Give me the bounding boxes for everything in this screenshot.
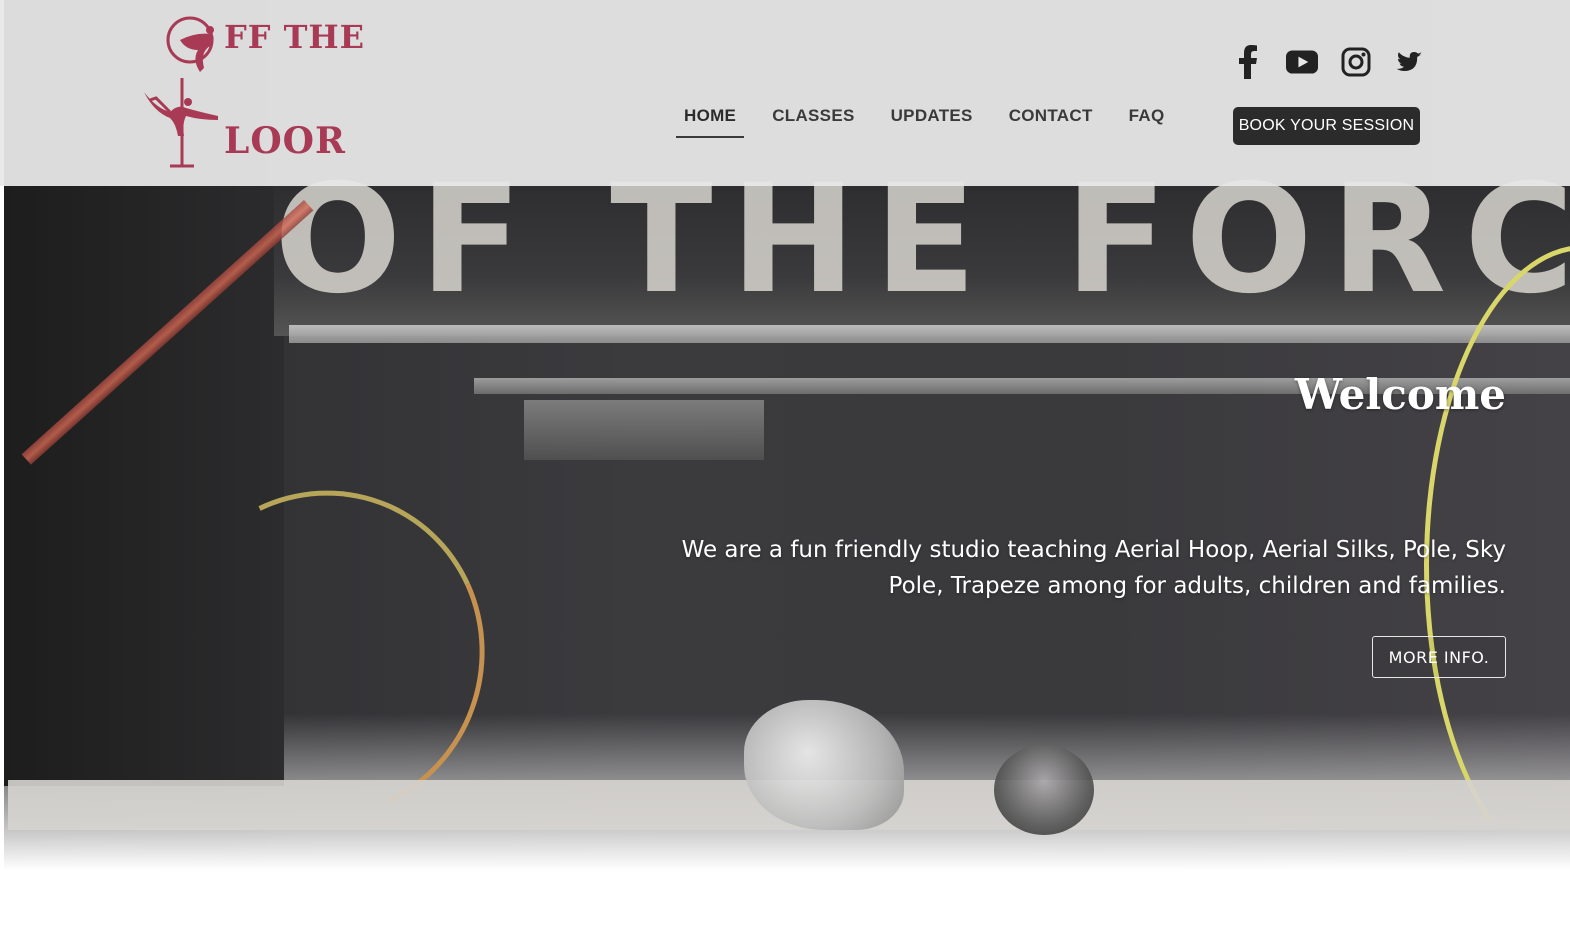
bag-prop xyxy=(994,745,1094,835)
nav-item-updates[interactable]: UPDATES xyxy=(883,98,981,136)
hero-intro-text: We are a fun friendly studio teaching Ae… xyxy=(681,537,1506,599)
instagram-icon[interactable] xyxy=(1340,46,1372,78)
logo-text-line1: FF THE xyxy=(224,18,366,56)
nav-item-faq[interactable]: FAQ xyxy=(1121,98,1173,136)
social-links xyxy=(1232,42,1426,82)
nav-item-contact[interactable]: CONTACT xyxy=(1001,98,1101,136)
youtube-icon[interactable] xyxy=(1286,46,1318,78)
nav-item-home[interactable]: HOME xyxy=(676,98,745,138)
page: OF THE FORCE FF THE LOOR HOME CLASSES UP… xyxy=(0,0,1570,926)
rig-box xyxy=(524,400,764,460)
studio-banner-text: OF THE FORCE xyxy=(274,170,1570,310)
nav-item-classes[interactable]: CLASSES xyxy=(764,98,862,136)
twitter-icon[interactable] xyxy=(1394,46,1426,78)
fabric-prop xyxy=(744,700,904,830)
facebook-icon[interactable] xyxy=(1232,45,1264,79)
site-logo[interactable]: FF THE LOOR xyxy=(140,12,364,172)
rail xyxy=(289,325,1570,343)
main-nav: HOME CLASSES UPDATES CONTACT FAQ xyxy=(676,98,1192,140)
book-session-button[interactable]: BOOK YOUR SESSION xyxy=(1233,107,1420,145)
hero-title: Welcome xyxy=(1294,370,1506,419)
more-info-button[interactable]: MORE INFO. xyxy=(1372,636,1506,678)
site-header: FF THE LOOR HOME CLASSES UPDATES CONTACT… xyxy=(0,0,1570,186)
logo-text-line2: LOOR xyxy=(224,120,346,162)
